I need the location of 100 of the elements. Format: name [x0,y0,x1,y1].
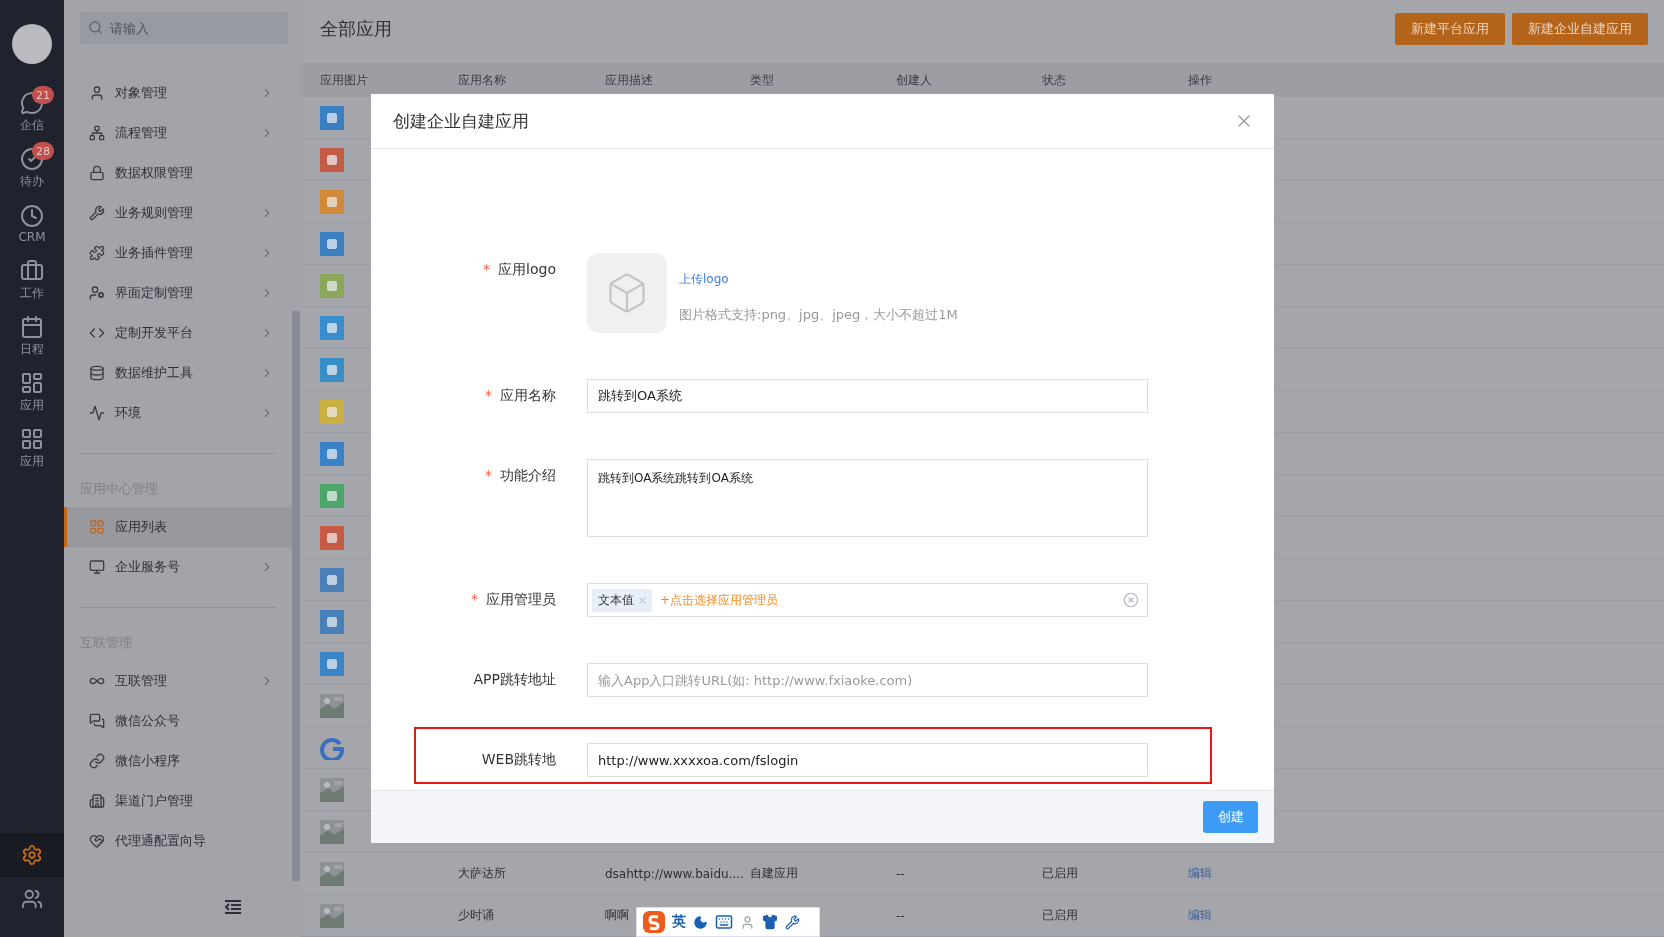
rail-label[interactable]: CRM [18,230,46,244]
dialog-title: 创建企业自建应用 [393,109,530,133]
clock-icon [20,204,44,228]
puzzle-icon [89,245,105,261]
user-gear-icon [89,285,105,301]
menu-item[interactable]: 环境 [64,393,292,433]
count-badge: 21 [32,86,54,104]
pulse-icon [89,405,105,421]
create-app-button[interactable]: 新建平台应用 [1395,12,1505,45]
format-hint: 图片格式支持:png、jpg、jpeg，大小不超过1M [679,306,958,324]
rail-label[interactable]: 待办 [20,172,44,190]
text-input[interactable]: http://www.xxxxoa.com/fslogin [587,743,1148,777]
keyboard-icon[interactable] [715,913,733,931]
app-tile-icon [320,357,344,382]
table-cell: 已启用 [1042,907,1078,924]
input-mode-toggle[interactable]: 英 [672,913,686,931]
admin-tag: 文本值 [592,588,652,612]
app-tile-icon [320,651,344,676]
scrollbar[interactable] [292,311,300,881]
wrench-icon [89,205,105,221]
column-header: 应用图片 [319,71,369,89]
collapse-icon[interactable] [224,899,242,915]
create-button[interactable]: 创建 [1203,801,1258,833]
menu-item[interactable]: 业务插件管理 [64,233,292,273]
field-label: * 应用管理员 [470,590,556,609]
count-badge: 28 [32,142,54,160]
field-label: WEB跳转地 [480,750,556,769]
app-tile-icon [320,441,344,466]
app-tile-icon [320,105,344,130]
menu-item[interactable]: 微信公众号 [64,701,292,741]
app-tile-icon [320,189,344,214]
table-cell: -- [896,908,905,923]
grid-icon [20,426,44,451]
moon-icon[interactable] [693,914,708,930]
field-label: * 功能介绍 [484,466,556,485]
menu-item[interactable]: 应用列表 [64,507,292,547]
app-tile-icon [320,273,344,298]
menu-item[interactable]: 代理通配置向导 [64,821,292,861]
app-tile-icon [320,525,344,550]
building-icon [89,793,105,809]
link-icon [89,753,105,769]
menu-item[interactable]: 数据维护工具 [64,353,292,393]
table-cell: 自建应用 [750,865,798,882]
user-icon[interactable] [740,914,755,930]
search-icon [88,20,103,35]
code-icon [89,325,105,341]
rail-button[interactable] [0,833,64,877]
app-tile-icon [320,147,344,172]
circle-arc-icon [320,735,344,760]
monitor-icon [89,559,105,575]
app-tile-icon [320,483,344,508]
table-cell: 啊啊 [605,907,629,924]
text-input[interactable]: 跳转到OA系统 [587,379,1148,413]
column-header: 状态 [1041,71,1067,89]
lock-icon [89,165,105,181]
table-cell: 大萨达所 [458,865,506,882]
search-field[interactable]: 请输入 [80,12,288,44]
rail-label[interactable]: 应用 [20,452,44,470]
column-header: 应用描述 [604,71,654,89]
shirt-icon[interactable] [762,914,778,930]
menu-item[interactable]: 流程管理 [64,113,292,153]
field-label: * 应用名称 [484,386,556,405]
avatar[interactable] [12,24,52,64]
table-cell: -- [896,866,905,881]
menu-item[interactable]: 互联管理 [64,661,292,701]
field-label: APP跳转地址 [472,670,556,689]
field-label: * 应用logo [482,260,556,279]
table-cell: dsahttp://www.baidu.... [605,866,744,881]
settings-icon [21,844,43,866]
menu-item[interactable]: 企业服务号 [64,547,292,587]
column-header: 操作 [1187,71,1213,89]
network-icon [89,125,105,141]
upload-logo-link[interactable]: 上传logo [679,271,958,288]
wrench-icon[interactable] [785,914,800,930]
database-icon [89,365,105,381]
create-app-button[interactable]: 新建企业自建应用 [1512,12,1648,45]
rail-label[interactable]: 应用 [20,396,44,414]
calendar-icon [20,314,44,339]
page-title: 全部应用 [320,16,393,41]
menu-item[interactable]: 对象管理 [64,73,292,113]
menu-item[interactable]: 业务规则管理 [64,193,292,233]
app-tile-icon [320,315,344,340]
app-tile-icon [320,567,344,592]
input-method-logo-icon[interactable] [643,911,665,933]
text-input[interactable]: 输入App入口跳转URL(如: http://www.fxiaoke.com) [587,663,1148,697]
heart-handshake-icon [89,833,105,849]
rail-label[interactable]: 日程 [20,340,44,358]
dashboard-icon [20,370,44,395]
rail-label[interactable]: 工作 [20,284,44,302]
app-tile-icon [320,609,344,634]
users-icon [21,888,43,910]
menu-item[interactable]: 数据权限管理 [64,153,292,193]
grid-icon [89,519,105,535]
menu-item[interactable]: 微信小程序 [64,741,292,781]
textarea-input[interactable]: 跳转到OA系统跳转到OA系统 [587,459,1148,537]
menu-item[interactable]: 渠道门户管理 [64,781,292,821]
menu-item[interactable]: 界面定制管理 [64,273,292,313]
column-header: 应用名称 [457,71,507,89]
rail-label[interactable]: 企信 [20,116,44,134]
menu-item[interactable]: 定制开发平台 [64,313,292,353]
